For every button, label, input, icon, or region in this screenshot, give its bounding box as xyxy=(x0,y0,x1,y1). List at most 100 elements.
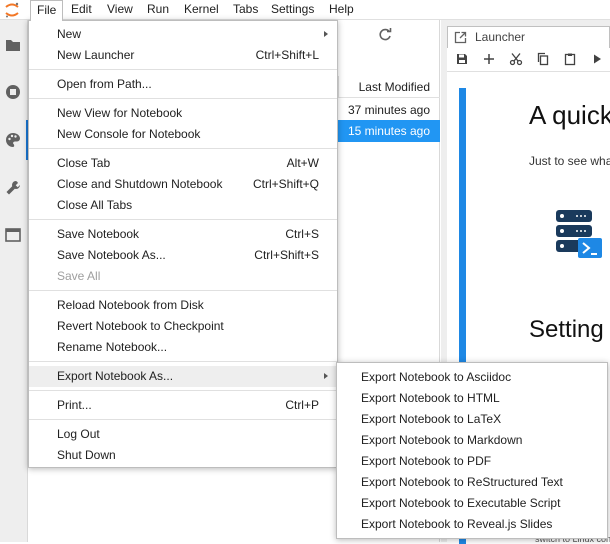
export-pdf-label: Export Notebook to PDF xyxy=(361,454,492,468)
menu-view[interactable]: View xyxy=(101,0,139,20)
menu-item-new-view[interactable]: New View for Notebook xyxy=(29,103,337,124)
shortcut-save: Ctrl+S xyxy=(285,227,319,241)
menu-item-reload-label: Reload Notebook from Disk xyxy=(57,298,204,312)
menu-item-new-launcher-label: New Launcher xyxy=(57,48,135,62)
tab-launcher-label: Launcher xyxy=(475,30,526,44)
menu-settings[interactable]: Settings xyxy=(265,0,320,20)
menu-item-close-all-label: Close All Tabs xyxy=(57,198,133,212)
export-latex-label: Export Notebook to LaTeX xyxy=(361,412,502,426)
menu-item-save-as-label: Save Notebook As... xyxy=(57,248,166,262)
menu-separator xyxy=(29,148,337,149)
menu-item-close-tab[interactable]: Close Tab Alt+W xyxy=(29,153,337,174)
menu-item-save-label: Save Notebook xyxy=(57,227,140,241)
menu-item-save[interactable]: Save Notebook Ctrl+S xyxy=(29,224,337,245)
submenu-arrow-icon xyxy=(324,373,328,379)
folder-icon[interactable] xyxy=(4,36,22,54)
launcher-heading-settings: Setting xyxy=(529,316,604,343)
menu-item-open-from-path-label: Open from Path... xyxy=(57,77,152,91)
menu-item-shut-down[interactable]: Shut Down xyxy=(29,445,337,466)
export-reveal-slides-label: Export Notebook to Reveal.js Slides xyxy=(361,517,553,531)
shortcut-close-shutdown: Ctrl+Shift+Q xyxy=(252,177,319,191)
menu-item-new-label: New xyxy=(57,27,82,41)
menu-file[interactable]: File xyxy=(30,0,64,21)
export-submenu: Export Notebook to Asciidoc Export Noteb… xyxy=(336,362,608,539)
menu-item-save-as[interactable]: Save Notebook As... Ctrl+Shift+S xyxy=(29,245,337,266)
menu-item-close-tab-label: Close Tab xyxy=(57,156,111,170)
shortcut-new-launcher: Ctrl+Shift+L xyxy=(255,48,319,62)
export-asciidoc[interactable]: Export Notebook to Asciidoc xyxy=(337,367,607,388)
menu-separator xyxy=(29,98,337,99)
menu-item-shut-down-label: Shut Down xyxy=(57,448,116,462)
menu-item-revert[interactable]: Revert Notebook to Checkpoint xyxy=(29,316,337,337)
menu-separator xyxy=(29,361,337,362)
refresh-icon[interactable] xyxy=(377,27,393,43)
menu-item-print[interactable]: Print... Ctrl+P xyxy=(29,395,337,416)
export-pdf[interactable]: Export Notebook to PDF xyxy=(337,451,607,472)
menu-separator xyxy=(29,69,337,70)
menu-item-reload[interactable]: Reload Notebook from Disk xyxy=(29,295,337,316)
file-row-modified-selected[interactable]: 15 minutes ago xyxy=(338,120,440,142)
menu-item-save-all: Save All xyxy=(29,266,337,287)
menu-tabs[interactable]: Tabs xyxy=(227,0,264,20)
palette-icon[interactable] xyxy=(4,131,22,149)
column-header-last-modified[interactable]: Last Modified xyxy=(338,76,440,98)
copy-icon[interactable] xyxy=(536,52,550,66)
add-cell-icon[interactable] xyxy=(482,52,496,66)
export-latex[interactable]: Export Notebook to LaTeX xyxy=(337,409,607,430)
menu-item-log-out-label: Log Out xyxy=(57,427,100,441)
wrench-icon[interactable] xyxy=(4,179,22,197)
menu-bar: File Edit View Run Kernel Tabs Settings … xyxy=(0,0,610,21)
shortcut-print: Ctrl+P xyxy=(285,398,319,412)
menu-item-log-out[interactable]: Log Out xyxy=(29,424,337,445)
launch-icon xyxy=(454,31,467,44)
menu-item-revert-label: Revert Notebook to Checkpoint xyxy=(57,319,224,333)
export-html[interactable]: Export Notebook to HTML xyxy=(337,388,607,409)
menu-item-new[interactable]: New xyxy=(29,24,337,45)
export-restructured-text[interactable]: Export Notebook to ReStructured Text xyxy=(337,472,607,493)
menu-item-new-launcher[interactable]: New Launcher Ctrl+Shift+L xyxy=(29,45,337,66)
menu-item-new-console[interactable]: New Console for Notebook xyxy=(29,124,337,145)
notebook-toolbar xyxy=(447,48,610,72)
export-executable-script-label: Export Notebook to Executable Script xyxy=(361,496,561,510)
shortcut-close-tab: Alt+W xyxy=(286,156,319,170)
menu-item-open-from-path[interactable]: Open from Path... xyxy=(29,74,337,95)
menu-separator xyxy=(29,290,337,291)
menu-run[interactable]: Run xyxy=(141,0,175,20)
menu-help[interactable]: Help xyxy=(323,0,360,20)
menu-kernel[interactable]: Kernel xyxy=(178,0,225,20)
menu-item-rename-label: Rename Notebook... xyxy=(57,340,168,354)
file-menu-dropdown: New New Launcher Ctrl+Shift+L Open from … xyxy=(28,20,338,468)
server-terminal-icon[interactable] xyxy=(554,208,604,260)
menu-item-close-all-tabs[interactable]: Close All Tabs xyxy=(29,195,337,216)
cut-icon[interactable] xyxy=(509,52,523,66)
menu-item-new-view-label: New View for Notebook xyxy=(57,106,183,120)
menu-item-export-as[interactable]: Export Notebook As... xyxy=(29,366,337,387)
shortcut-save-as: Ctrl+Shift+S xyxy=(254,248,319,262)
menu-item-close-shutdown[interactable]: Close and Shutdown Notebook Ctrl+Shift+Q xyxy=(29,174,337,195)
running-sessions-icon[interactable] xyxy=(4,83,22,101)
export-executable-script[interactable]: Export Notebook to Executable Script xyxy=(337,493,607,514)
left-sidebar xyxy=(0,20,28,542)
export-markdown-label: Export Notebook to Markdown xyxy=(361,433,523,447)
export-reveal-slides[interactable]: Export Notebook to Reveal.js Slides xyxy=(337,514,607,535)
menu-separator xyxy=(29,390,337,391)
menu-item-rename[interactable]: Rename Notebook... xyxy=(29,337,337,358)
export-restructured-text-label: Export Notebook to ReStructured Text xyxy=(361,475,563,489)
export-markdown[interactable]: Export Notebook to Markdown xyxy=(337,430,607,451)
jupyter-logo-icon xyxy=(5,2,19,18)
menu-item-save-all-label: Save All xyxy=(57,269,101,283)
tabs-icon[interactable] xyxy=(4,226,22,244)
launcher-paragraph: Just to see wha xyxy=(529,154,610,168)
menu-edit[interactable]: Edit xyxy=(65,0,98,20)
run-icon[interactable] xyxy=(590,52,604,66)
menu-separator xyxy=(29,219,337,220)
menu-item-export-as-label: Export Notebook As... xyxy=(57,369,174,383)
save-icon[interactable] xyxy=(455,52,469,66)
paste-icon[interactable] xyxy=(563,52,577,66)
menu-item-print-label: Print... xyxy=(57,398,92,412)
export-asciidoc-label: Export Notebook to Asciidoc xyxy=(361,370,512,384)
tab-launcher[interactable]: Launcher xyxy=(447,26,610,48)
file-row-modified[interactable]: 37 minutes ago xyxy=(338,99,440,121)
menu-item-close-shutdown-label: Close and Shutdown Notebook xyxy=(57,177,223,191)
menu-separator xyxy=(29,419,337,420)
